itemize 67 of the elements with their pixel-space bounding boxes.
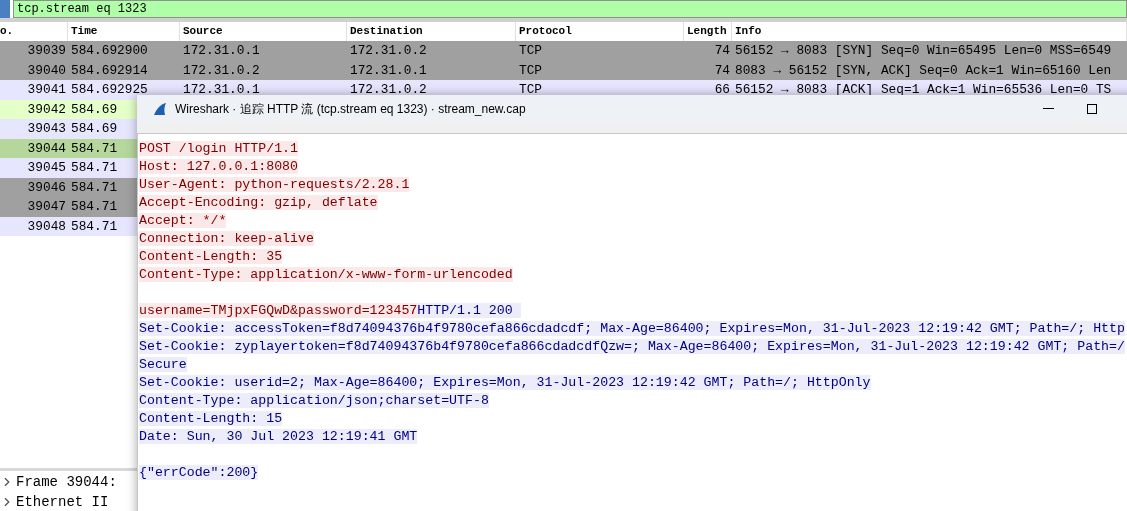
packet-cell-text: 39045 xyxy=(26,159,67,177)
packet-cell-text: TCP xyxy=(518,61,544,80)
packet-cell-text: 172.31.0.1 xyxy=(349,61,428,80)
packet-row[interactable]: 39046 584.71 xyxy=(0,177,137,197)
stream-text: Host: 127.0.0.1:8080 xyxy=(139,159,299,174)
packet-cell-text: 584.69 xyxy=(70,100,119,119)
detail-item[interactable]: Ethernet II xyxy=(16,491,109,511)
packet-cell-text: 172.31.0.1 xyxy=(182,81,261,99)
stream-text: Content-Length: 15 xyxy=(139,411,283,426)
packet-cell-text: 39046 xyxy=(26,178,67,197)
packet-cell-text: 39042 xyxy=(26,100,67,119)
packet-row[interactable]: 39045 584.71 xyxy=(0,158,137,178)
stream-text: Accept-Encoding: gzip, deflate xyxy=(139,195,378,210)
stream-text: Content-Type: application/json;charset=UTF-8 xyxy=(139,393,489,408)
packet-cell-text: 74 xyxy=(713,42,731,60)
packet-cell-text: 584.692925 xyxy=(70,81,149,99)
packet-cell-text: 39048 xyxy=(26,217,67,236)
packet-row[interactable]: 39039 584.692900 172.31.0.1 172.31.0.2 TCP 74 56152 → 8083 [SYN] Seq=0 Win=65495 Len=0 MSS=6549 xyxy=(0,41,1127,61)
packet-row[interactable]: 39044 584.71 xyxy=(0,138,137,158)
stream-text: Set-Cookie: userid=2; Max-Age=86400; Expires=Mon, 31-Jul-2023 12:19:42 GMT; Path=/; HttpOnly xyxy=(139,375,871,390)
stream-text: POST /login HTTP/1.1 xyxy=(139,141,299,156)
packet-cell-text: 8083 → 56152 [SYN, ACK] Seq=0 Ack=1 Win=65160 Len xyxy=(734,61,1113,80)
packet-cell-text: 584.692914 xyxy=(70,61,149,80)
window-title: Wireshark · 追踪 HTTP 流 (tcp.stream eq 1323) · stream_new.cap xyxy=(175,100,526,118)
packet-cell-text: 584.71 xyxy=(70,198,119,216)
packet-cell-text: 66 xyxy=(713,81,731,99)
packet-cell-text: 172.31.0.2 xyxy=(349,42,428,60)
packet-row[interactable]: 39042 584.69 xyxy=(0,99,137,119)
stream-text: Content-Type: application/x-www-form-urlencoded xyxy=(139,267,513,282)
stream-text: Date: Sun, 30 Jul 2023 12:19:41 GMT xyxy=(139,429,418,444)
packet-row[interactable]: 39048 584.71 xyxy=(0,216,137,236)
stream-text: Secure xyxy=(139,357,187,372)
packet-cell-text: TCP xyxy=(518,42,544,60)
packet-cell-text: 172.31.0.1 xyxy=(182,42,261,60)
packet-cell-text: 584.71 xyxy=(70,178,119,197)
packet-cell-text: 39039 xyxy=(26,42,67,60)
packet-cell-text: 584.69 xyxy=(70,120,119,138)
packet-cell-text: 39044 xyxy=(26,139,67,158)
stream-text: {"errCode":200} xyxy=(139,465,259,480)
packet-row[interactable]: 39040 584.692914 172.31.0.2 172.31.0.1 TCP 74 8083 → 56152 [SYN, ACK] Seq=0 Ack=1 Win=65160 Len xyxy=(0,60,1127,80)
packet-cell-text: 74 xyxy=(713,61,731,80)
shark-fin-icon xyxy=(153,101,167,116)
stream-text: username=TMjpxFGQwD&password=123457 xyxy=(139,303,418,318)
stream-text: Accept: */* xyxy=(139,213,227,228)
packet-cell-text: 39043 xyxy=(26,120,67,138)
stream-text: Connection: keep-alive xyxy=(139,231,314,246)
stream-text: Content-Length: 35 xyxy=(139,249,283,264)
packet-cell-text: 584.71 xyxy=(70,159,119,177)
packet-cell-text: 39047 xyxy=(26,198,67,216)
stream-text: HTTP/1.1 200 xyxy=(417,303,521,318)
packet-cell-text: 584.71 xyxy=(70,139,119,158)
maximize-icon[interactable] xyxy=(1087,103,1097,114)
stream-text: Set-Cookie: zyplayertoken=f8d74094376b4f9780cefa866cdadcdfQzw=; Max-Age=86400; Expires=Mon, 31-Jul-2023 12:19:42 GMT; Path=/ xyxy=(139,339,1125,354)
packet-row[interactable]: 39047 584.71 xyxy=(0,197,137,217)
packet-cell-text: 172.31.0.2 xyxy=(182,61,261,80)
stream-text: User-Agent: python-requests/2.28.1 xyxy=(139,177,410,192)
display-filter-field[interactable]: tcp.stream eq 1323 xyxy=(13,0,1127,18)
packet-cell-text: 39040 xyxy=(26,61,67,80)
packet-cell-text: 172.31.0.2 xyxy=(349,81,428,99)
packet-row[interactable]: 39043 584.69 xyxy=(0,119,137,139)
packet-cell-text: 39041 xyxy=(26,81,67,99)
stream-text: Set-Cookie: accessToken=f8d74094376b4f9780cefa866cdadcdf; Max-Age=86400; Expires=Mon, 31-Jul-2023 12:19:42 GMT; Path=/; Http xyxy=(139,321,1125,336)
packet-cell-text: 56152 → 8083 [SYN] Seq=0 Win=65495 Len=0 MSS=6549 xyxy=(734,42,1113,60)
packet-cell-text: 584.71 xyxy=(70,217,119,236)
detail-item[interactable]: Frame 39044: xyxy=(16,471,117,493)
packet-cell-text: 584.692900 xyxy=(70,42,149,60)
packet-cell-text: TCP xyxy=(518,81,544,99)
